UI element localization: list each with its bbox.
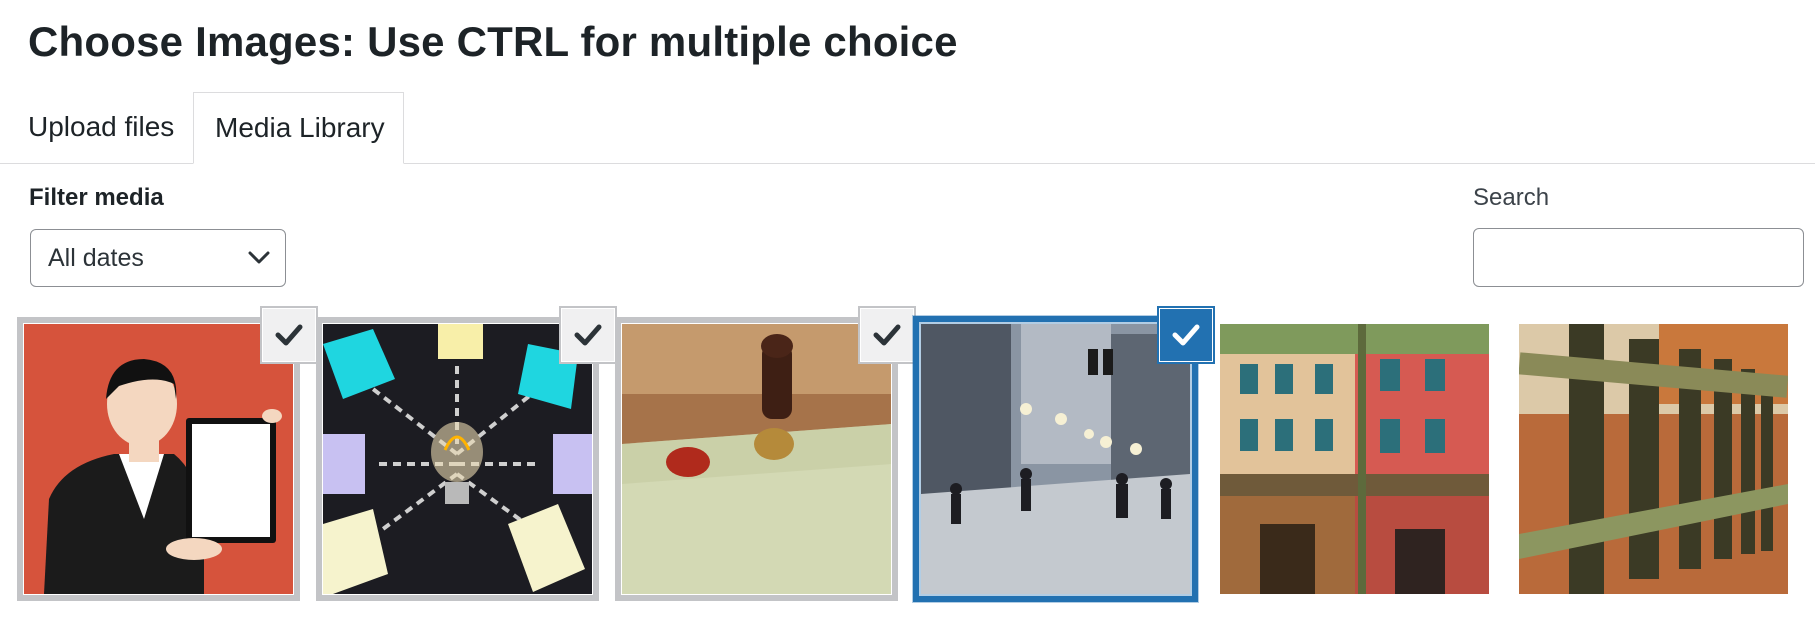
search-input[interactable] <box>1473 228 1804 287</box>
snowy-street-image <box>921 324 1190 594</box>
woman-holding-frame-image <box>24 324 293 594</box>
date-filter-select[interactable]: All dates <box>30 229 286 287</box>
media-thumbnail <box>17 317 300 601</box>
check-icon[interactable] <box>562 309 614 361</box>
page-title: Choose Images: Use CTRL for multiple cho… <box>28 18 958 65</box>
date-filter-value: All dates <box>48 244 144 272</box>
media-thumbnail <box>615 317 898 601</box>
tab-upload-files[interactable]: Upload files <box>28 92 174 162</box>
media-tabs: Upload files Media Library <box>0 92 1815 164</box>
check-icon[interactable] <box>861 309 913 361</box>
media-item[interactable] <box>913 309 1212 602</box>
media-item[interactable] <box>615 309 913 601</box>
wooden-fence-image <box>1519 324 1788 594</box>
filter-media-label: Filter media <box>29 184 164 211</box>
media-item[interactable] <box>1519 324 1788 594</box>
building-facade-image <box>1220 324 1489 594</box>
media-thumbnail <box>913 316 1198 602</box>
media-thumbnail <box>316 317 599 601</box>
search-label: Search <box>1473 184 1550 211</box>
media-thumbnail <box>1519 324 1788 594</box>
light-bulb-image <box>323 324 592 594</box>
chevron-down-icon <box>248 251 270 264</box>
check-icon[interactable] <box>263 309 315 361</box>
media-item[interactable] <box>1220 324 1489 594</box>
tab-media-library[interactable]: Media Library <box>193 92 404 164</box>
media-thumbnail <box>1220 324 1489 594</box>
media-item[interactable] <box>17 309 315 601</box>
wax-seal-image <box>622 324 891 594</box>
media-item[interactable] <box>316 309 614 601</box>
check-icon[interactable] <box>1160 309 1212 361</box>
